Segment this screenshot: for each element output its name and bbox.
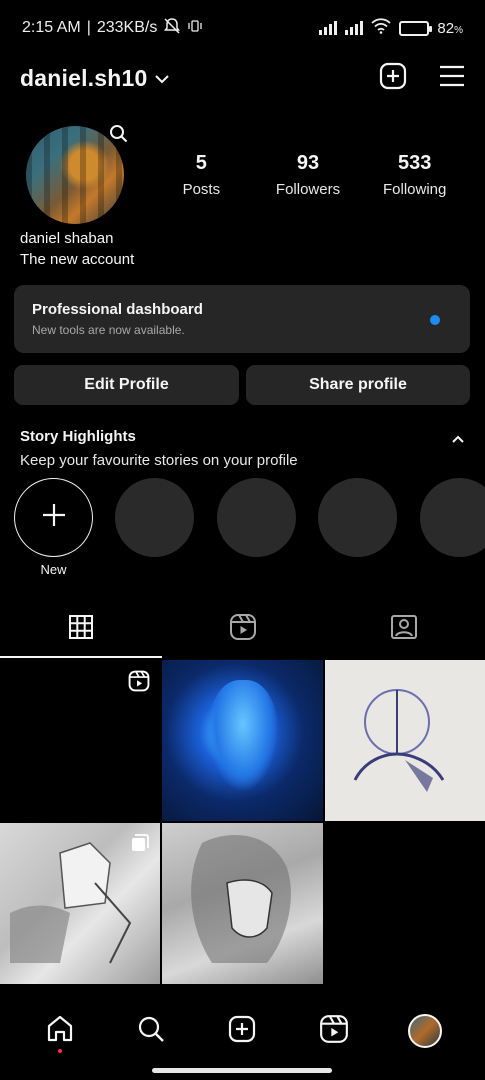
tab-tagged[interactable] <box>323 600 485 658</box>
grid-icon <box>68 614 94 645</box>
stat-label: Posts <box>182 181 221 198</box>
battery-value: 82 <box>437 19 455 37</box>
wifi-icon <box>371 17 392 39</box>
battery-percent: 82% <box>437 20 463 37</box>
nav-reels[interactable] <box>310 1007 358 1055</box>
stat-label: Following <box>382 181 447 198</box>
post-thumbnail[interactable] <box>162 660 323 821</box>
notification-dot <box>430 315 440 325</box>
profile-tabs <box>0 600 485 658</box>
stat-value: 93 <box>296 152 320 174</box>
mute-icon <box>163 17 181 40</box>
home-icon <box>45 1014 75 1049</box>
stat-following[interactable]: 533 Following <box>361 152 468 198</box>
chevron-up-icon[interactable] <box>452 430 464 448</box>
highlight-placeholder <box>115 478 194 557</box>
battery-unit: % <box>454 24 463 36</box>
nav-search[interactable] <box>127 1007 175 1055</box>
status-time: 2:15 AM <box>22 19 81 36</box>
reels-icon <box>229 613 257 646</box>
status-bar: 2:15 AM | 233KB/s 82% <box>0 0 485 56</box>
tab-reels[interactable] <box>162 600 324 658</box>
search-icon[interactable] <box>109 124 129 149</box>
notification-dot <box>57 1049 62 1053</box>
nav-profile[interactable] <box>401 1007 449 1055</box>
create-icon <box>227 1014 257 1049</box>
profile-stats: 5 Posts 93 Followers 533 Following <box>148 152 468 198</box>
tagged-icon <box>390 613 418 646</box>
vibrate-icon <box>187 18 203 39</box>
highlight-placeholder <box>217 478 296 557</box>
dashboard-title: Professional dashboard <box>32 301 203 318</box>
nav-create[interactable] <box>218 1007 266 1055</box>
nav-home[interactable] <box>36 1007 84 1055</box>
highlights-title: Story Highlights <box>20 428 136 445</box>
dashboard-subtitle: New tools are now available. <box>32 323 185 337</box>
highlight-placeholder <box>420 478 485 557</box>
home-indicator[interactable] <box>152 1068 332 1073</box>
tab-grid[interactable] <box>0 600 162 658</box>
username-switcher[interactable]: daniel.sh10 <box>20 65 147 92</box>
stat-posts[interactable]: 5 Posts <box>148 152 255 198</box>
plus-icon <box>41 502 67 533</box>
post-thumbnail[interactable] <box>0 660 160 821</box>
reel-badge-icon <box>128 670 150 697</box>
search-icon <box>136 1014 166 1049</box>
profile-header: daniel.sh10 <box>0 58 485 98</box>
professional-dashboard[interactable]: Professional dashboard New tools are now… <box>14 285 470 353</box>
carousel-icon <box>130 833 150 858</box>
create-post-icon[interactable] <box>379 62 407 95</box>
battery-icon <box>399 20 433 36</box>
share-profile-button[interactable]: Share profile <box>246 365 470 405</box>
edit-profile-button[interactable]: Edit Profile <box>14 365 239 405</box>
full-name: daniel shaban <box>20 230 114 247</box>
highlight-placeholder <box>318 478 397 557</box>
stat-followers[interactable]: 93 Followers <box>255 152 362 198</box>
stat-label: Followers <box>275 181 341 198</box>
signal-icon <box>319 21 338 35</box>
stat-value: 533 <box>397 152 432 174</box>
menu-icon[interactable] <box>439 65 465 92</box>
profile-avatar <box>408 1014 443 1048</box>
chevron-down-icon[interactable] <box>155 71 170 89</box>
post-thumbnail[interactable] <box>162 823 323 984</box>
bio: The new account <box>20 251 135 268</box>
sketch-drawing <box>353 689 445 792</box>
stat-value: 5 <box>195 152 207 174</box>
bottom-nav <box>0 1000 485 1062</box>
signal-icon-2 <box>345 21 364 35</box>
new-highlight-button[interactable] <box>14 478 93 557</box>
empty-grid-cell <box>325 823 485 984</box>
status-separator: | <box>86 19 91 36</box>
post-thumbnail[interactable] <box>325 660 485 821</box>
post-thumbnail[interactable] <box>0 823 160 984</box>
status-net-speed: 233KB/s <box>96 19 158 36</box>
reels-icon <box>319 1014 349 1049</box>
post-grid <box>0 660 485 984</box>
sketch-drawing <box>191 835 291 963</box>
new-highlight-label: New <box>40 562 67 577</box>
highlights-subtitle: Keep your favourite stories on your prof… <box>20 452 298 469</box>
